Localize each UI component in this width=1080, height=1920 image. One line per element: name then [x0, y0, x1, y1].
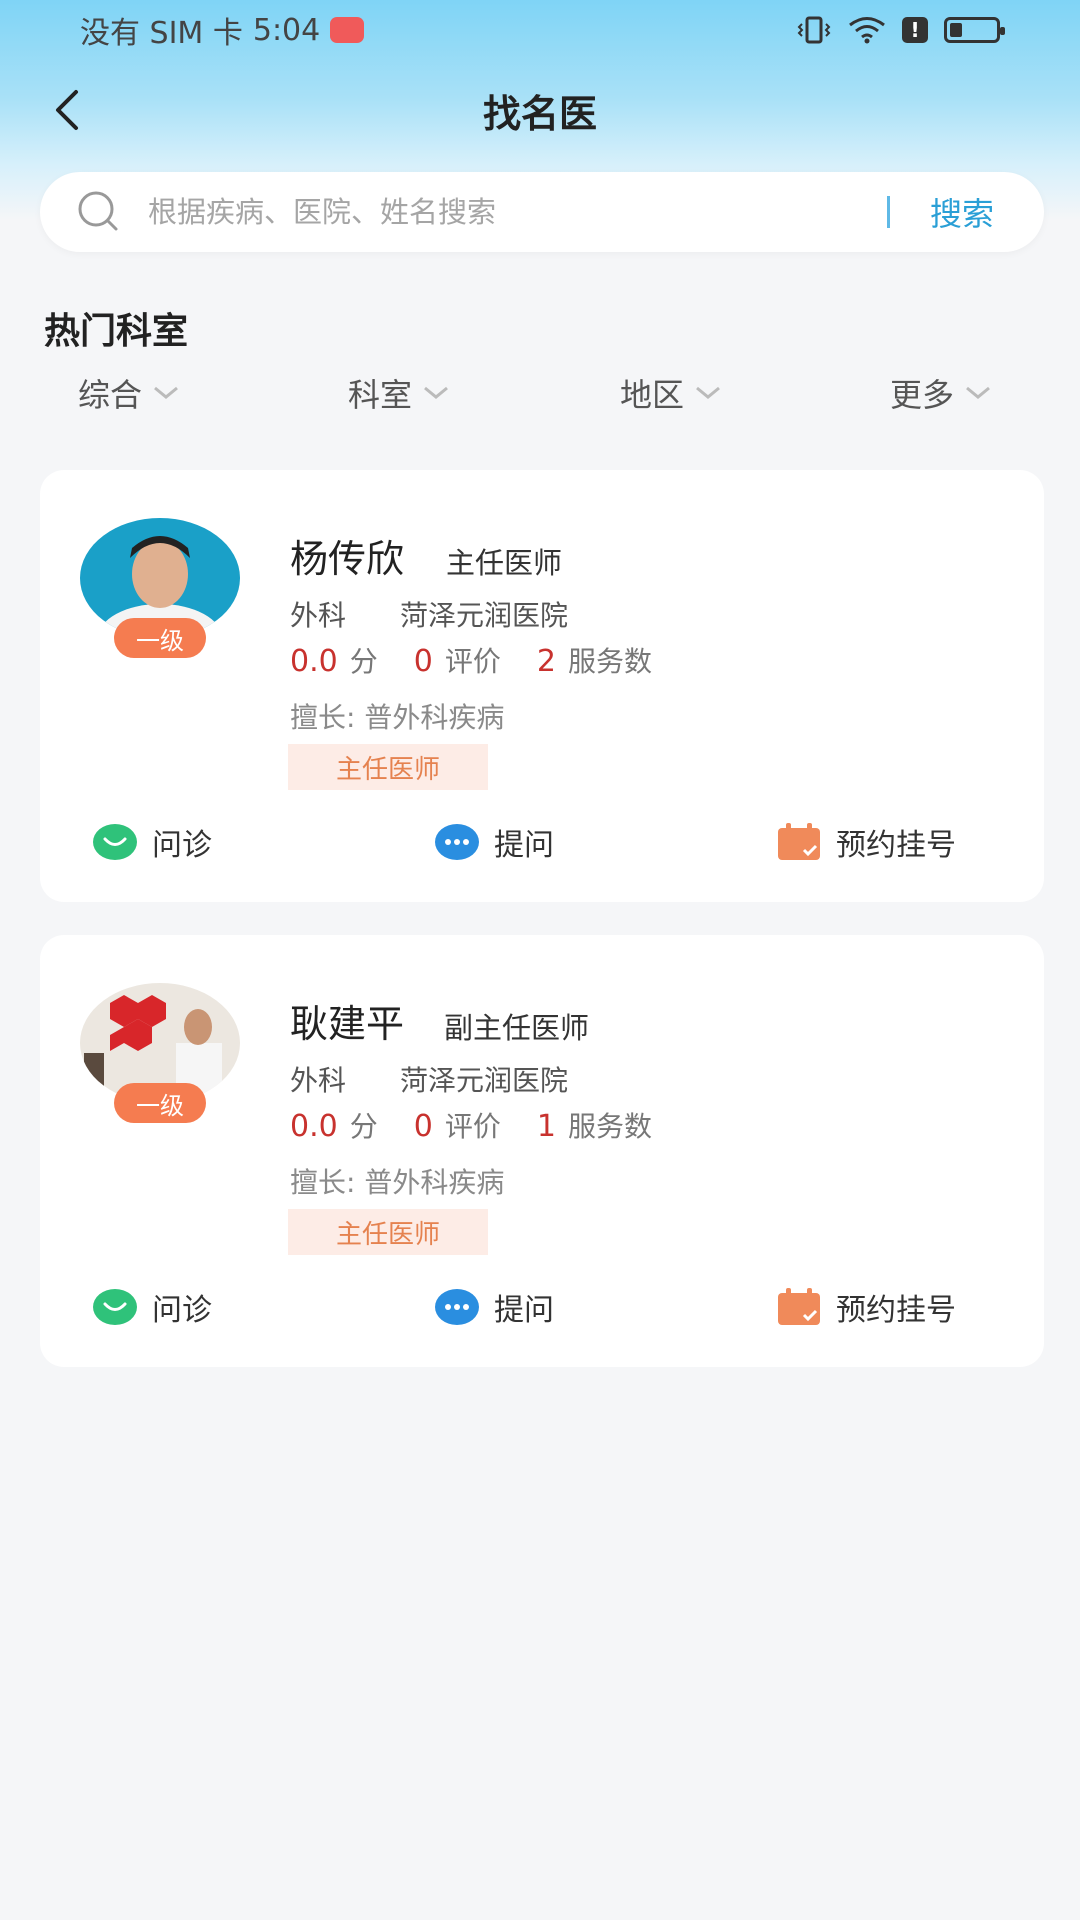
doctor-name: 耿建平	[290, 1002, 405, 1046]
chevron-down-icon	[424, 386, 448, 399]
services-unit: 服务数	[567, 1110, 652, 1143]
chevron-left-icon[interactable]	[46, 88, 90, 132]
search-button[interactable]: 搜索	[930, 189, 994, 235]
search-bar: 搜索	[40, 172, 1044, 252]
ask-label: 提问	[494, 1293, 554, 1328]
page: 没有 SIM 卡 5:04 ! 找名医 根据疾病、医院、姓名搜索 搜索 热门科室…	[0, 0, 1080, 1920]
message-dots-icon	[435, 1289, 479, 1325]
card-actions: 问诊 提问 预约挂号	[40, 1285, 1044, 1335]
search-input[interactable]	[148, 195, 887, 229]
services-value: 1	[536, 1109, 556, 1144]
level-badge: 一级	[114, 618, 206, 658]
doctor-specialty: 擅长: 普外科疾病	[290, 1166, 505, 1199]
consult-button[interactable]: 问诊	[92, 820, 212, 864]
ask-button[interactable]: 提问	[434, 1285, 554, 1329]
doctor-department: 外科	[290, 599, 347, 632]
score-value: 0.0	[290, 1109, 338, 1144]
filter-label: 更多	[890, 376, 955, 414]
app-notification-icon	[330, 17, 365, 43]
appointment-button[interactable]: 预约挂号	[776, 1285, 956, 1329]
clock-text: 5:04	[252, 12, 321, 48]
battery-icon	[944, 17, 1005, 43]
doctor-title: 副主任医师	[444, 1011, 590, 1045]
filter-bar: 综合 科室 地区 更多	[0, 370, 1080, 420]
reviews-unit: 评价	[444, 645, 501, 678]
score-value: 0.0	[290, 644, 338, 679]
consult-button[interactable]: 问诊	[92, 1285, 212, 1329]
ask-button[interactable]: 提问	[434, 820, 554, 864]
doctor-department: 外科	[290, 1064, 347, 1097]
filter-label: 地区	[620, 376, 685, 414]
filter-comprehensive[interactable]: 综合	[78, 370, 180, 416]
alert-icon: !	[902, 17, 928, 43]
appointment-label: 预约挂号	[836, 1293, 956, 1328]
consult-label: 问诊	[152, 1293, 212, 1328]
message-dots-icon	[435, 824, 479, 860]
chevron-down-icon	[696, 386, 720, 399]
status-bar: 没有 SIM 卡 5:04 !	[0, 0, 1080, 60]
appointment-button[interactable]: 预约挂号	[776, 820, 956, 864]
doctor-specialty: 擅长: 普外科疾病	[290, 701, 505, 734]
doctor-stats: 0.0 分 0 评价 2 服务数	[290, 640, 652, 680]
chat-bubble-green-icon	[93, 1289, 137, 1325]
reviews-unit: 评价	[444, 1110, 501, 1143]
ask-label: 提问	[494, 828, 554, 863]
chevron-down-icon	[154, 386, 178, 399]
filter-label: 综合	[78, 376, 143, 414]
filter-department[interactable]: 科室	[348, 370, 450, 416]
wifi-icon	[849, 17, 885, 44]
calendar-check-icon	[778, 823, 820, 860]
status-right: !	[796, 16, 1005, 44]
search-divider	[886, 196, 890, 228]
appointment-label: 预约挂号	[836, 828, 956, 863]
search-icon	[78, 191, 118, 231]
doctor-hospital: 菏泽元润医院	[400, 1064, 569, 1097]
chevron-down-icon	[966, 386, 990, 399]
avatar: 一级	[80, 983, 240, 1123]
vibrate-icon	[797, 16, 831, 44]
carrier-text: 没有 SIM 卡	[80, 16, 243, 51]
doctor-title: 主任医师	[446, 546, 563, 580]
doctor-hospital: 菏泽元润医院	[400, 599, 569, 632]
filter-region[interactable]: 地区	[620, 370, 722, 416]
title-tag: 主任医师	[288, 1209, 488, 1255]
score-unit: 分	[349, 645, 378, 678]
chat-bubble-green-icon	[93, 824, 137, 860]
filter-more[interactable]: 更多	[890, 370, 992, 416]
reviews-value: 0	[413, 1109, 433, 1144]
services-unit: 服务数	[567, 645, 652, 678]
filter-label: 科室	[348, 376, 413, 414]
doctor-stats: 0.0 分 0 评价 1 服务数	[290, 1105, 652, 1145]
nav-bar: 找名医	[0, 70, 1080, 150]
section-title: 热门科室	[44, 311, 189, 352]
reviews-value: 0	[413, 644, 433, 679]
doctor-name: 杨传欣	[290, 537, 405, 581]
services-value: 2	[536, 644, 556, 679]
card-actions: 问诊 提问 预约挂号	[40, 820, 1044, 870]
level-badge: 一级	[114, 1083, 206, 1123]
calendar-check-icon	[778, 1288, 820, 1325]
doctor-card[interactable]: 一级 耿建平 副主任医师 外科 菏泽元润医院 0.0 分 0 评价 1 服务数 …	[40, 935, 1044, 1367]
page-title: 找名医	[482, 91, 597, 136]
score-unit: 分	[349, 1110, 378, 1143]
title-tag: 主任医师	[288, 744, 488, 790]
doctor-card[interactable]: 一级 杨传欣 主任医师 外科 菏泽元润医院 0.0 分 0 评价 2 服务数 擅…	[40, 470, 1044, 902]
avatar: 一级	[80, 518, 240, 658]
status-left: 没有 SIM 卡 5:04	[80, 8, 365, 52]
consult-label: 问诊	[152, 828, 212, 863]
